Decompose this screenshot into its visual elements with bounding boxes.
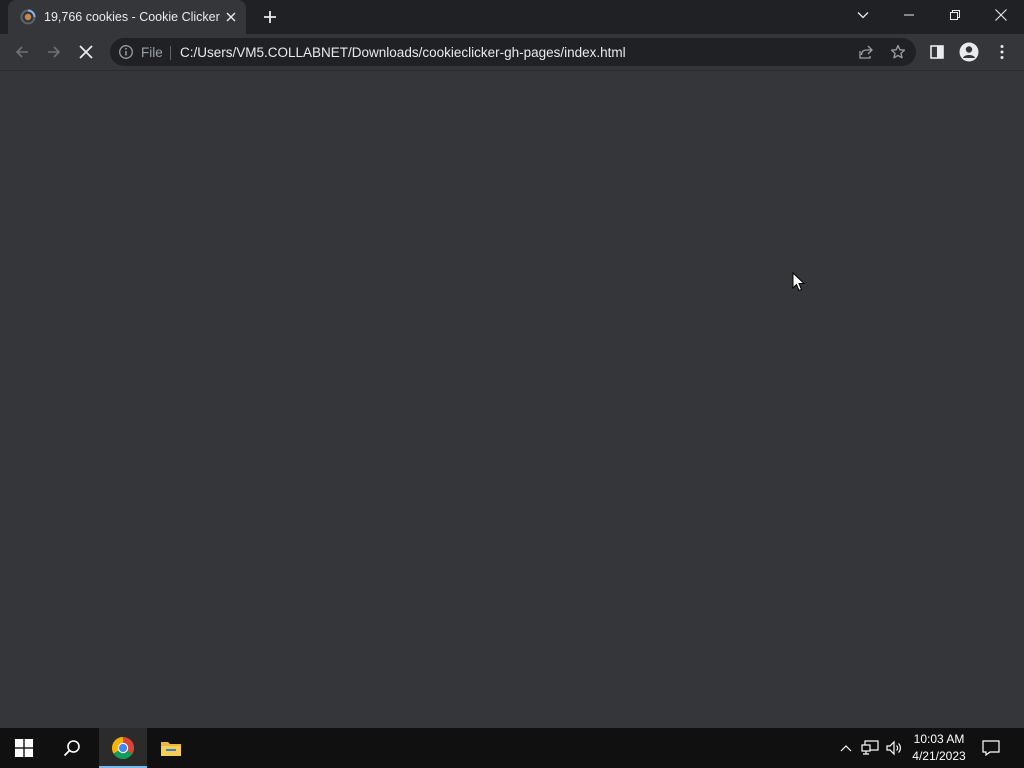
share-icon[interactable] xyxy=(856,42,876,62)
tab-close-icon[interactable] xyxy=(223,9,239,25)
tab-title: 19,766 cookies - Cookie Clicker xyxy=(44,10,220,24)
stop-loading-icon[interactable] xyxy=(72,38,100,66)
chrome-icon[interactable] xyxy=(99,728,147,768)
info-icon[interactable] xyxy=(118,44,134,60)
windows-start-icon[interactable] xyxy=(0,728,48,768)
address-bar[interactable]: File C:/Users/VM5.COLLABNET/Downloads/co… xyxy=(110,38,916,66)
chevron-up-icon[interactable] xyxy=(836,738,856,758)
cookie-loading-icon xyxy=(20,9,36,25)
action-center-icon[interactable] xyxy=(981,738,1001,758)
browser-tab[interactable]: 19,766 cookies - Cookie Clicker xyxy=(8,0,246,34)
page-content[interactable] xyxy=(0,71,1024,728)
tab-search-icon[interactable] xyxy=(840,0,886,30)
network-icon[interactable] xyxy=(860,738,880,758)
profile-icon[interactable] xyxy=(955,38,983,66)
restore-icon[interactable] xyxy=(932,0,978,30)
forward-arrow-icon[interactable] xyxy=(40,38,68,66)
search-icon[interactable] xyxy=(48,728,96,768)
clock-date: 4/21/2023 xyxy=(912,749,966,763)
taskbar-clock[interactable]: 10:03 AM 4/21/2023 xyxy=(904,731,974,765)
side-panel-icon[interactable] xyxy=(923,38,951,66)
clock-time: 10:03 AM xyxy=(913,732,965,746)
file-explorer-icon[interactable] xyxy=(147,728,195,768)
mouse-cursor-icon xyxy=(792,271,806,292)
close-icon[interactable] xyxy=(978,0,1024,30)
scheme-label: File xyxy=(141,45,163,60)
minimize-icon[interactable] xyxy=(886,0,932,30)
plus-icon[interactable] xyxy=(259,6,281,28)
star-icon[interactable] xyxy=(888,42,908,62)
volume-icon[interactable] xyxy=(884,738,904,758)
kebab-menu-icon[interactable] xyxy=(988,38,1016,66)
browser-toolbar: File C:/Users/VM5.COLLABNET/Downloads/co… xyxy=(0,34,1024,71)
windows-taskbar: 10:03 AM 4/21/2023 xyxy=(0,728,1024,768)
back-arrow-icon[interactable] xyxy=(8,38,36,66)
omnibox-divider xyxy=(170,46,171,60)
url-text[interactable]: C:/Users/VM5.COLLABNET/Downloads/cookiec… xyxy=(180,45,626,60)
tab-strip: 19,766 cookies - Cookie Clicker xyxy=(0,0,1024,34)
